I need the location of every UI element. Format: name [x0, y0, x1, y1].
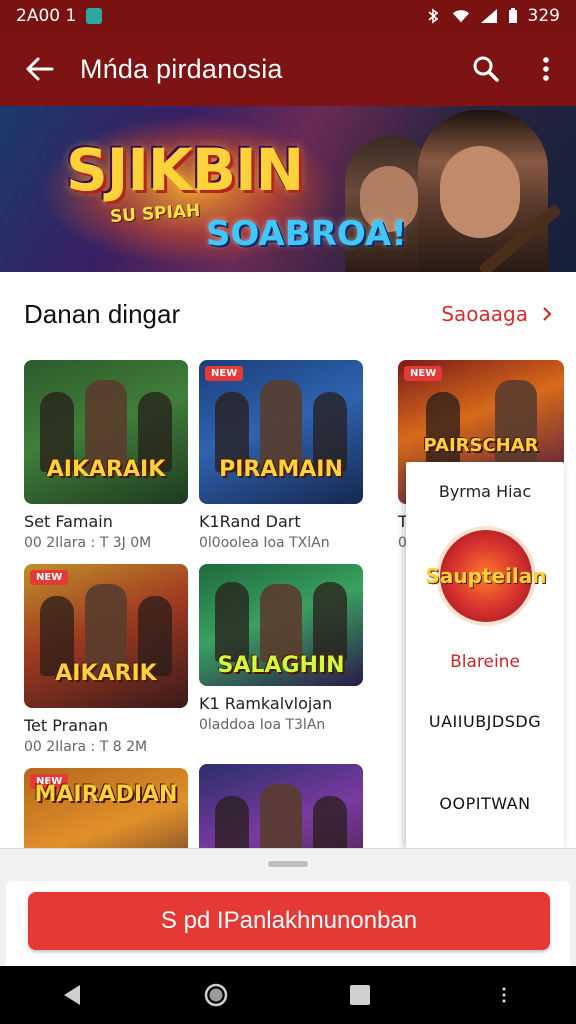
chevron-right-icon	[543, 307, 552, 321]
wifi-icon	[452, 10, 469, 23]
page-title: Mńda pirdanosia	[80, 53, 283, 84]
game-meta: 0laddoa Ioa T3lAn	[199, 717, 326, 733]
status-bar: 2A00 1 329	[0, 0, 576, 32]
system-nav-bar	[0, 966, 576, 1024]
nav-back-button[interactable]	[42, 966, 102, 1024]
notification-icon	[86, 8, 103, 24]
popup-header: Byrma Hiac	[438, 482, 532, 501]
game-thumbnail-title: MAIRADIAN	[34, 782, 178, 807]
new-badge: NEW	[404, 366, 443, 381]
game-thumbnail: AIKARAIK	[24, 360, 188, 504]
game-card[interactable]: NEW AIKARIK Tet Pranan 00 2Ilara : T 8 2…	[24, 564, 188, 755]
battery-icon	[508, 8, 517, 23]
popup-menu-item[interactable]: OOPITWAN	[406, 794, 564, 813]
popup-menu-item[interactable]: UAIIUBJDSDG	[406, 712, 564, 731]
game-card[interactable]: SALAGHIN K1 Ramkalvlojan 0laddoa Ioa T3l…	[199, 564, 363, 733]
nav-home-button[interactable]	[186, 966, 246, 1024]
banner-logo: SJIKBIN	[66, 136, 304, 204]
banner-subtitle: SOABROA!	[206, 214, 407, 254]
promo-banner[interactable]: SJIKBIN SU SPIAH SOABROA!	[0, 106, 576, 272]
popup-menu-item-highlight[interactable]: Blareine	[406, 652, 564, 672]
game-thumbnail-title: SALAGHIN	[217, 653, 345, 678]
popup-emblem-text: Saupteilan	[425, 564, 547, 588]
bluetooth-icon	[428, 8, 438, 24]
battery-text: 329	[527, 6, 560, 26]
game-name: Set Famain	[24, 512, 113, 531]
game-thumbnail-title: AIKARIK	[55, 661, 157, 686]
game-name: K1 Ramkalvlojan	[199, 694, 333, 713]
new-badge: NEW	[30, 570, 69, 585]
recents-square-icon	[350, 985, 370, 1005]
game-name: Tet Pranan	[24, 716, 109, 735]
more-vert-icon	[543, 57, 549, 81]
game-card[interactable]: NEW PIRAMAIN K1Rand Dart 0l0oolea Ioa TX…	[199, 360, 363, 551]
new-badge: NEW	[205, 366, 244, 381]
game-thumbnail-title: PAIRSCHAR	[423, 435, 539, 456]
banner-main-hero-face	[440, 146, 520, 238]
menu-dots-icon	[502, 987, 506, 1003]
game-meta: 00 2Ilara : T 8 2M	[24, 739, 148, 755]
section-title: Danan dingar	[24, 298, 181, 329]
primary-action-button[interactable]: S pd IPanlakhnunonban	[28, 892, 550, 950]
back-button[interactable]	[0, 32, 80, 106]
game-thumbnail: SALAGHIN	[199, 564, 363, 686]
back-arrow-icon	[26, 57, 54, 81]
app-bar: Mńda pirdanosia	[0, 32, 576, 106]
see-all-link[interactable]: Saoaaga	[441, 302, 552, 326]
nav-recents-button[interactable]	[330, 966, 390, 1024]
game-meta: 00 2Ilara : T 3J 0M	[24, 535, 152, 551]
game-card[interactable]: AIKARAIK Set Famain 00 2Ilara : T 3J 0M	[24, 360, 188, 551]
drag-handle[interactable]	[268, 861, 308, 867]
search-button[interactable]	[456, 32, 516, 106]
game-thumbnail: NEW AIKARIK	[24, 564, 188, 708]
game-thumbnail-title: AIKARAIK	[46, 457, 166, 482]
game-thumbnail-title: PIRAMAIN	[219, 457, 343, 482]
see-all-label: Saoaaga	[441, 302, 528, 326]
section-header: Danan dingar Saoaaga	[0, 290, 576, 338]
popup-emblem[interactable]: Saupteilan	[425, 530, 547, 622]
home-circle-icon	[204, 983, 228, 1007]
nav-menu-button[interactable]	[474, 966, 534, 1024]
game-name: K1Rand Dart	[199, 512, 301, 531]
game-meta: 0l0oolea Ioa TXlAn	[199, 535, 330, 551]
more-options-button[interactable]	[516, 32, 576, 106]
game-thumbnail: NEW PIRAMAIN	[199, 360, 363, 504]
status-time: 2A00 1	[16, 6, 77, 26]
signal-icon	[480, 9, 497, 23]
popup-menu: Byrma Hiac Saupteilan Blareine UAIIUBJDS…	[406, 462, 564, 848]
back-triangle-icon	[64, 985, 80, 1005]
search-icon	[473, 56, 499, 82]
